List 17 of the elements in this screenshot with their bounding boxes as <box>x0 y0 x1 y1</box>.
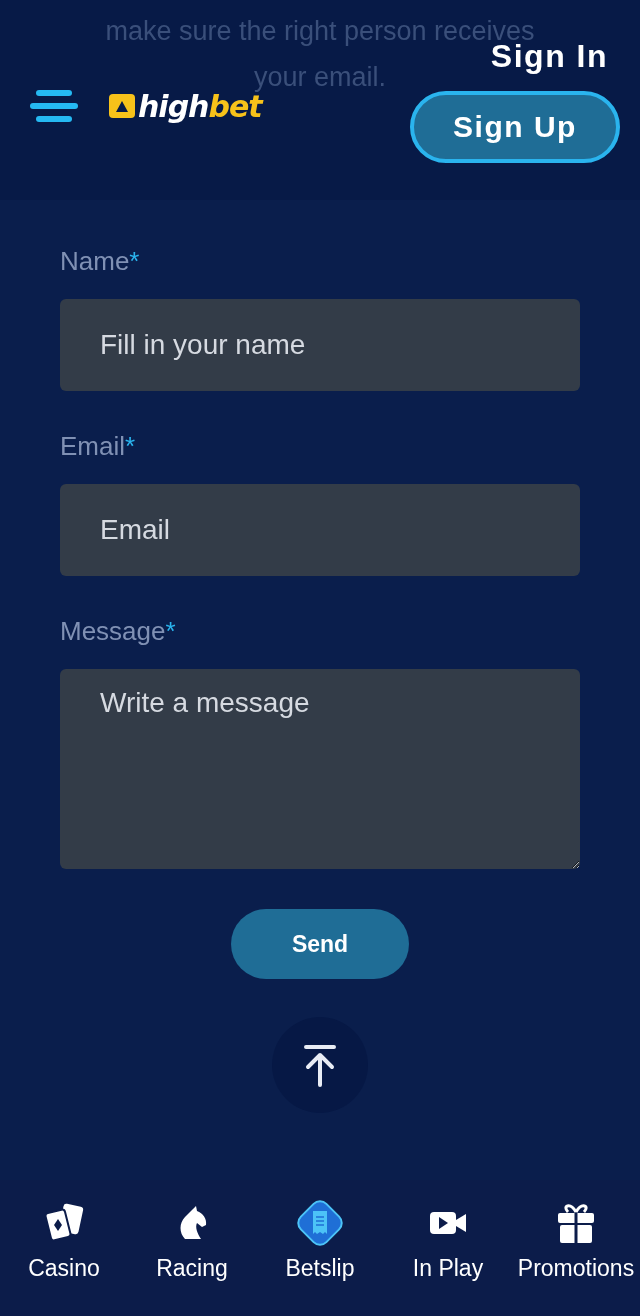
nav-item[interactable]: Betslip <box>256 1190 384 1282</box>
input-field[interactable]: Fill in your name <box>60 299 580 391</box>
gift-icon <box>556 1201 596 1244</box>
menu-icon[interactable] <box>30 88 78 124</box>
field-label: Email* <box>60 431 137 462</box>
nav-item[interactable]: Promotions <box>512 1190 640 1282</box>
arrow-up-to-line-icon <box>303 1043 337 1087</box>
cards-icon <box>44 1202 84 1243</box>
field-label: Name* <box>60 246 141 277</box>
field-label: Message* <box>60 616 177 647</box>
input-field[interactable]: Email <box>60 484 580 576</box>
nav-item[interactable]: Racing <box>128 1190 256 1282</box>
nav-item[interactable]: Casino <box>0 1190 128 1282</box>
message-field[interactable]: Write a message <box>60 669 580 869</box>
send-button[interactable]: Send <box>231 909 409 979</box>
nav-item[interactable]: In Play <box>384 1190 512 1282</box>
sign-up-button[interactable]: Sign Up <box>410 91 620 163</box>
